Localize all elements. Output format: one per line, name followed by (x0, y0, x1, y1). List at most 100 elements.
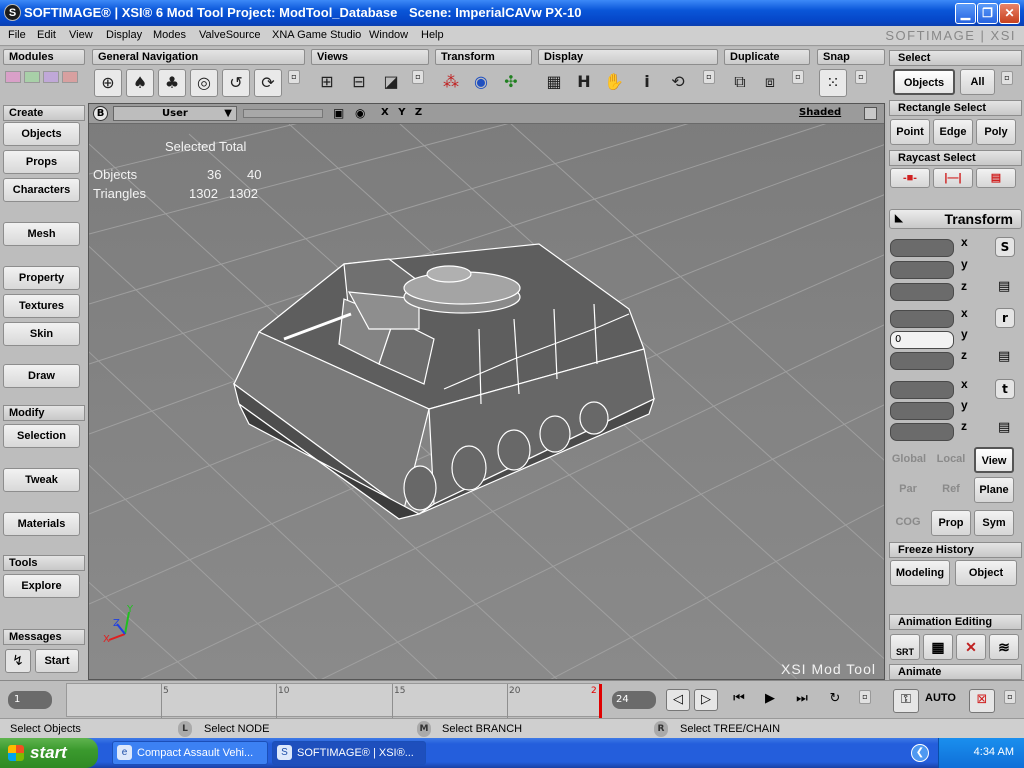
navigation-target-icon[interactable]: ⊕ (94, 69, 122, 97)
tweak-button[interactable]: Tweak (3, 468, 80, 492)
rotate-tool-icon[interactable]: ◉ (467, 69, 495, 97)
poly-select-button[interactable]: Poly (976, 119, 1016, 145)
views-options-icon[interactable]: ▫ (412, 70, 424, 84)
plane-reference-button[interactable]: Plane (974, 477, 1014, 503)
scale-lock-icon[interactable]: ▤ (998, 279, 1010, 294)
rotation-lock-icon[interactable]: ▤ (998, 349, 1010, 364)
rotation-x-field[interactable] (890, 310, 954, 328)
animate-options-icon[interactable]: ▫ (1004, 690, 1016, 704)
duplicate-header[interactable]: Duplicate (724, 49, 810, 65)
prev-frame-icon[interactable]: ◁ (666, 689, 690, 711)
translation-y-field[interactable] (890, 402, 954, 420)
mesh-button[interactable]: Mesh (3, 222, 80, 246)
animation-editing-header[interactable]: Animation Editing (889, 614, 1022, 630)
menu-edit[interactable]: Edit (37, 29, 56, 41)
menu-xna-game-studio[interactable]: XNA Game Studio (272, 29, 361, 41)
viewport-tabs-strip[interactable] (243, 109, 323, 118)
view-reference-button[interactable]: View (974, 447, 1014, 473)
module-animate-swatch[interactable] (24, 71, 40, 83)
select-objects-button[interactable]: Objects (893, 69, 955, 95)
play-icon[interactable]: ▶ (758, 689, 782, 711)
clone-icon[interactable]: ⧈ (756, 69, 784, 97)
scale-y-field[interactable] (890, 261, 954, 279)
srt-keys-button[interactable]: SRT (890, 634, 920, 660)
snap-header[interactable]: Snap (817, 49, 885, 65)
start-button[interactable]: Start (35, 649, 79, 673)
snap-options-icon[interactable]: ▫ (855, 70, 867, 84)
next-frame-icon[interactable]: ▷ (694, 689, 718, 711)
freeze-history-header[interactable]: Freeze History (889, 542, 1022, 558)
animation-layers-icon[interactable]: ≋ (989, 634, 1019, 660)
general-navigation-header[interactable]: General Navigation (92, 49, 305, 65)
current-frame-field[interactable]: 1 (8, 691, 52, 709)
menu-modes[interactable]: Modes (153, 29, 186, 41)
menu-display[interactable]: Display (106, 29, 142, 41)
module-simulate-swatch[interactable] (62, 71, 78, 83)
transform-panel-header[interactable]: ◣ Transform (889, 209, 1022, 229)
freeze-modeling-button[interactable]: Modeling (890, 560, 950, 586)
skin-button[interactable]: Skin (3, 322, 80, 346)
camera-selector[interactable]: User ▼ (113, 106, 237, 121)
roll-icon[interactable]: ↺ (222, 69, 250, 97)
transform-toolbar-header[interactable]: Transform (435, 49, 532, 65)
schematic-view-icon[interactable]: ⊞ (313, 69, 341, 97)
translation-z-field[interactable] (890, 423, 954, 441)
translate-tool-icon[interactable]: ✣ (497, 69, 525, 97)
grid-display-icon[interactable]: ▦ (540, 69, 568, 97)
scale-toggle-button[interactable]: S (995, 237, 1015, 257)
viewport-letter-badge[interactable]: B (93, 106, 108, 121)
3d-viewport[interactable]: Y Z X B User ▼ ▣ ◉ X Y Z Shaded Selected… (88, 103, 885, 680)
menu-help[interactable]: Help (421, 29, 444, 41)
create-objects-button[interactable]: Objects (3, 122, 80, 146)
select-all-button[interactable]: All (960, 69, 995, 95)
rotate-view-icon[interactable]: ⟳ (254, 69, 282, 97)
snap-grid-icon[interactable]: ⁙ (819, 69, 847, 97)
duplicate-icon[interactable]: ⧉ (726, 69, 754, 97)
fcurve-editor-icon[interactable]: ✕ (956, 634, 986, 660)
close-button[interactable]: ✕ (999, 3, 1020, 24)
raycast-point-icon[interactable]: -■- (890, 168, 930, 188)
messages-header[interactable]: Messages (3, 629, 85, 645)
raycast-poly-icon[interactable]: ▤ (976, 168, 1016, 188)
timeline-track[interactable]: 5 10 15 20 2 (66, 683, 602, 718)
explore-button[interactable]: Explore (3, 574, 80, 598)
restore-button[interactable]: ❐ (977, 3, 998, 24)
tray-expand-icon[interactable]: ❮ (911, 744, 929, 762)
refresh-display-icon[interactable]: ⟲ (664, 69, 692, 97)
maximize-viewport-icon[interactable] (864, 107, 877, 120)
global-reference-button[interactable]: Global (888, 447, 930, 473)
views-header[interactable]: Views (311, 49, 429, 65)
loop-icon[interactable]: ↻ (823, 689, 847, 711)
rotation-toggle-button[interactable]: r (995, 308, 1015, 328)
script-editor-icon[interactable]: ↯ (5, 649, 31, 673)
playhead-cursor[interactable] (599, 684, 602, 718)
sym-button[interactable]: Sym (974, 510, 1014, 536)
taskbar-item-browser[interactable]: e Compact Assault Vehi... (112, 741, 268, 765)
translation-toggle-button[interactable]: t (995, 379, 1015, 399)
rotation-y-field[interactable]: 0 (890, 331, 954, 349)
module-render-swatch[interactable] (43, 71, 59, 83)
rectangle-select-header[interactable]: Rectangle Select (889, 100, 1022, 116)
par-reference-button[interactable]: Par (888, 477, 928, 503)
create-props-button[interactable]: Props (3, 150, 80, 174)
display-options-icon[interactable]: ▫ (703, 70, 715, 84)
module-model-swatch[interactable] (5, 71, 21, 83)
local-reference-button[interactable]: Local (931, 447, 971, 473)
animate-header[interactable]: Animate (889, 664, 1022, 680)
menu-window[interactable]: Window (369, 29, 408, 41)
select-options-icon[interactable]: ▫ (1001, 71, 1013, 85)
scale-x-field[interactable] (890, 239, 954, 257)
raycast-edge-icon[interactable]: |—| (933, 168, 973, 188)
prop-button[interactable]: Prop (931, 510, 971, 536)
nav-options-icon[interactable]: ▫ (288, 70, 300, 84)
auto-key-button[interactable]: AUTO (925, 692, 956, 704)
draw-button[interactable]: Draw (3, 364, 80, 388)
modules-header[interactable]: Modules (3, 49, 85, 65)
remove-key-icon[interactable]: ⊠ (969, 689, 995, 713)
menu-valvesource[interactable]: ValveSource (199, 29, 261, 41)
modify-header[interactable]: Modify (3, 405, 85, 421)
translation-x-field[interactable] (890, 381, 954, 399)
create-characters-button[interactable]: Characters (3, 178, 80, 202)
dolly-joystick-icon[interactable]: ♣ (158, 69, 186, 97)
select-header[interactable]: Select (889, 50, 1022, 66)
